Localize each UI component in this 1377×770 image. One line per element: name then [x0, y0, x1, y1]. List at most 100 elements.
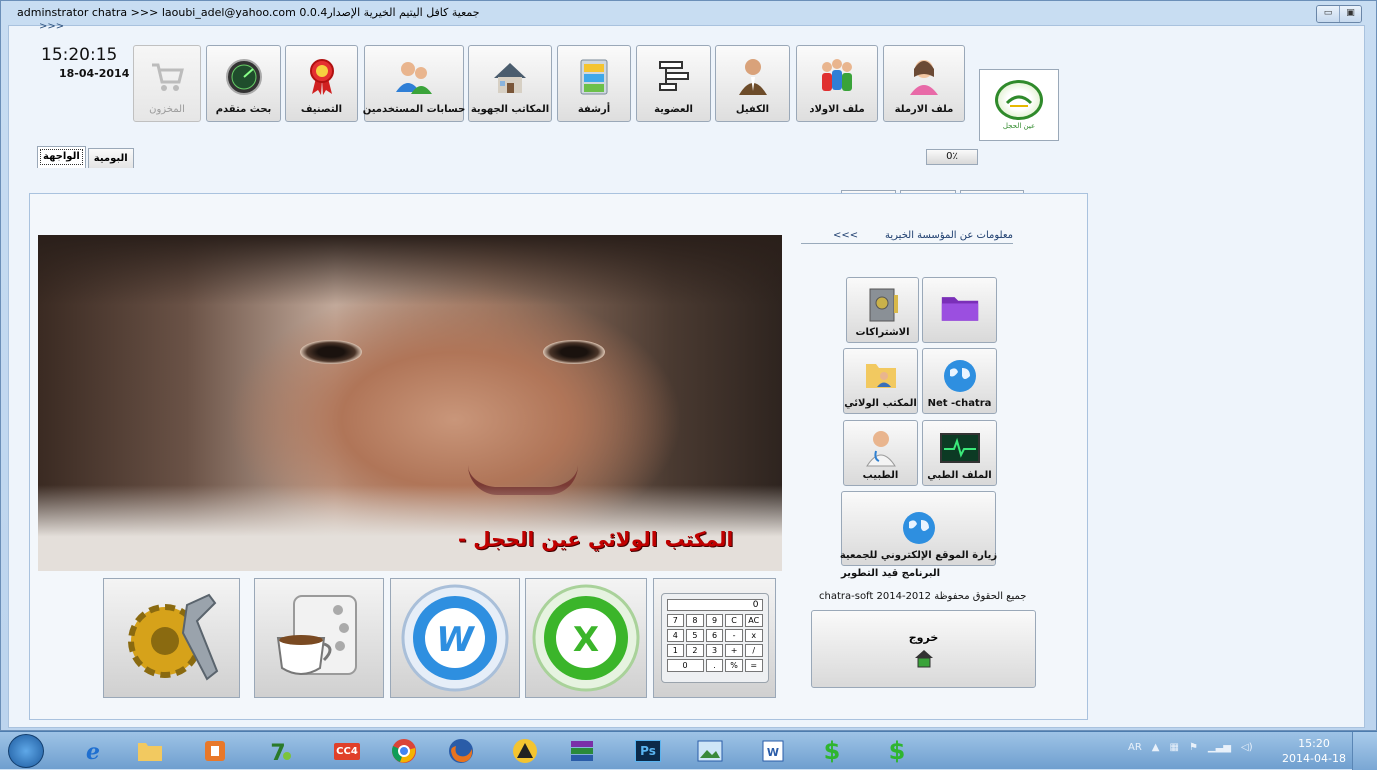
widow-file-label: ملف الارملة [894, 104, 954, 115]
archiving-button[interactable]: أرشفة [557, 45, 631, 122]
svg-text:7: 7 [270, 741, 285, 764]
signal-icon[interactable]: ▁▃▅ [1208, 742, 1231, 753]
inventory-label: المخزون [149, 104, 185, 115]
award-ribbon-icon [301, 56, 343, 98]
volume-icon[interactable]: ◁) [1241, 742, 1253, 753]
orphan-child-photo: المكتب الولائي عين الحجل - [38, 235, 782, 571]
tab-daily[interactable]: البومية [87, 148, 134, 168]
tab-interface[interactable]: الواجهة [37, 146, 86, 168]
flag-icon[interactable]: ⚑ [1189, 742, 1198, 753]
doctor-label: الطبيب [862, 470, 899, 481]
coffee-break-button[interactable] [254, 578, 384, 698]
calculator-key: + [725, 644, 743, 657]
folder-button[interactable] [922, 277, 997, 343]
state-office-label: المكتب الولائي [844, 398, 917, 409]
file-explorer-icon[interactable] [124, 735, 176, 767]
calculator-key: 8 [686, 614, 704, 627]
internet-explorer-icon[interactable]: e [67, 735, 119, 767]
logo-emblem-icon [995, 80, 1043, 120]
svg-text:W: W [436, 620, 475, 660]
dollar-app-icon[interactable]: $ [806, 735, 858, 767]
exit-button[interactable]: خروج [811, 610, 1036, 688]
tray-expand-icon[interactable]: ▲ [1152, 742, 1160, 753]
visit-website-label: زيارة الموقع الإلكتروني للجمعية [839, 550, 998, 561]
office-folder-icon [861, 358, 901, 394]
expand-toggle[interactable]: >>> [39, 21, 64, 32]
classification-label: التصنيف [300, 104, 343, 115]
network-icon[interactable]: ▦ [1170, 742, 1179, 753]
clock-date: 18-04-2014 [59, 67, 130, 80]
advanced-search-button[interactable]: بحث متقدم [206, 45, 281, 122]
firefox-icon[interactable] [435, 735, 487, 767]
calculator-key: x [744, 629, 763, 642]
main-tabs: الواجهة البومية [37, 146, 134, 168]
main-window: adminstrator chatra >>> laoubi_adel@yaho… [0, 0, 1377, 731]
state-office-button[interactable]: المكتب الولائي [843, 348, 918, 414]
classification-button[interactable]: التصنيف [285, 45, 358, 122]
children-file-button[interactable]: ملف الاولاد [796, 45, 878, 122]
calculator-key: 7 [666, 614, 685, 627]
svg-text:W: W [767, 746, 779, 759]
show-desktop-button[interactable] [1352, 732, 1377, 770]
svg-text:X: X [573, 620, 599, 660]
inventory-button[interactable]: المخزون [133, 45, 201, 122]
widow-file-button[interactable]: ملف الارملة [883, 45, 965, 122]
archive-icon[interactable] [556, 735, 608, 767]
sponsor-icon [732, 56, 774, 98]
subscriptions-button[interactable]: الاشتراكات [846, 277, 919, 343]
chrome-icon[interactable] [378, 735, 430, 767]
dollar-app-icon-2[interactable]: $ [871, 735, 923, 767]
tray-time: 15:20 [1298, 737, 1330, 750]
chevron-left-icon: <<< [833, 230, 859, 241]
calculator-key: % [725, 659, 743, 672]
organization-info-header[interactable]: معلومات عن المؤسسة الخيرية <<< [801, 230, 1013, 244]
heart-monitor-icon [939, 430, 980, 466]
calculator-button[interactable]: 0 7 8 9 C AC 4 5 6- x 1 2 3 +/ 0.% = [653, 578, 776, 698]
copyright-note: chatra-soft 2014-2012 جميع الحقوق محفوظة [819, 591, 1027, 602]
calculator-key: 3 [705, 644, 724, 657]
medical-file-button[interactable]: الملف الطبي [922, 420, 997, 486]
logo-caption: عين الحجل [1002, 122, 1036, 130]
restore-button[interactable]: ▣ [1339, 6, 1361, 22]
taskbar: e 7 CC4 Ps W $ $ AR ▲ ▦ ⚑ ▁▃▅ ◁) 15:20 2… [0, 731, 1377, 770]
calculator-key: C [725, 614, 743, 627]
doctor-button[interactable]: الطبيب [843, 420, 918, 486]
calculator-key: 4 [666, 629, 685, 642]
sponsor-button[interactable]: الكفيل [715, 45, 790, 122]
folder-icon [940, 290, 980, 326]
regional-offices-button[interactable]: المكاتب الجهوية [468, 45, 552, 122]
photoshop-icon[interactable]: Ps [622, 735, 674, 767]
clock-time: 15:20:15 [41, 45, 118, 65]
window-title: adminstrator chatra >>> laoubi_adel@yaho… [17, 6, 480, 19]
home-icon [914, 649, 933, 667]
calculator-key: 1 [666, 644, 685, 657]
user-accounts-button[interactable]: حسابات المستخدمين [363, 45, 465, 122]
net-chatra-button[interactable]: Net -chatra [922, 348, 997, 414]
tray-clock[interactable]: 15:20 2014-04-18 [1282, 736, 1346, 766]
visit-website-button[interactable]: زيارة الموقع الإلكتروني للجمعية [839, 491, 998, 566]
settings-button[interactable] [103, 578, 240, 698]
word-taskbar-icon[interactable]: W [747, 735, 799, 767]
window-controls: ▭ ▣ [1316, 5, 1362, 23]
cc4-icon[interactable]: CC4 [321, 735, 373, 767]
exit-label: خروج [908, 630, 939, 644]
excel-button[interactable]: X [525, 578, 647, 698]
membership-label: العضوية [654, 104, 693, 115]
language-indicator[interactable]: AR [1128, 742, 1142, 753]
membership-button[interactable]: العضوية [636, 45, 711, 122]
calculator-key: . [705, 659, 724, 672]
word-button[interactable]: W [390, 578, 520, 698]
organization-info-title: معلومات عن المؤسسة الخيرية [885, 230, 1013, 241]
title-bar: adminstrator chatra >>> laoubi_adel@yaho… [1, 1, 1376, 25]
word-icon: W [401, 584, 509, 692]
minimize-button[interactable]: ▭ [1317, 6, 1339, 22]
app-7-icon[interactable]: 7 [254, 735, 306, 767]
development-note: البرنامج قيد التطوير [841, 568, 941, 579]
image-viewer-icon[interactable] [684, 735, 736, 767]
start-button[interactable] [8, 734, 44, 768]
media-player-icon[interactable] [189, 735, 241, 767]
app-circle-icon[interactable] [499, 735, 551, 767]
calculator-key: = [744, 659, 763, 672]
system-tray: AR ▲ ▦ ⚑ ▁▃▅ ◁) [1128, 742, 1253, 753]
house-icon [489, 56, 531, 98]
